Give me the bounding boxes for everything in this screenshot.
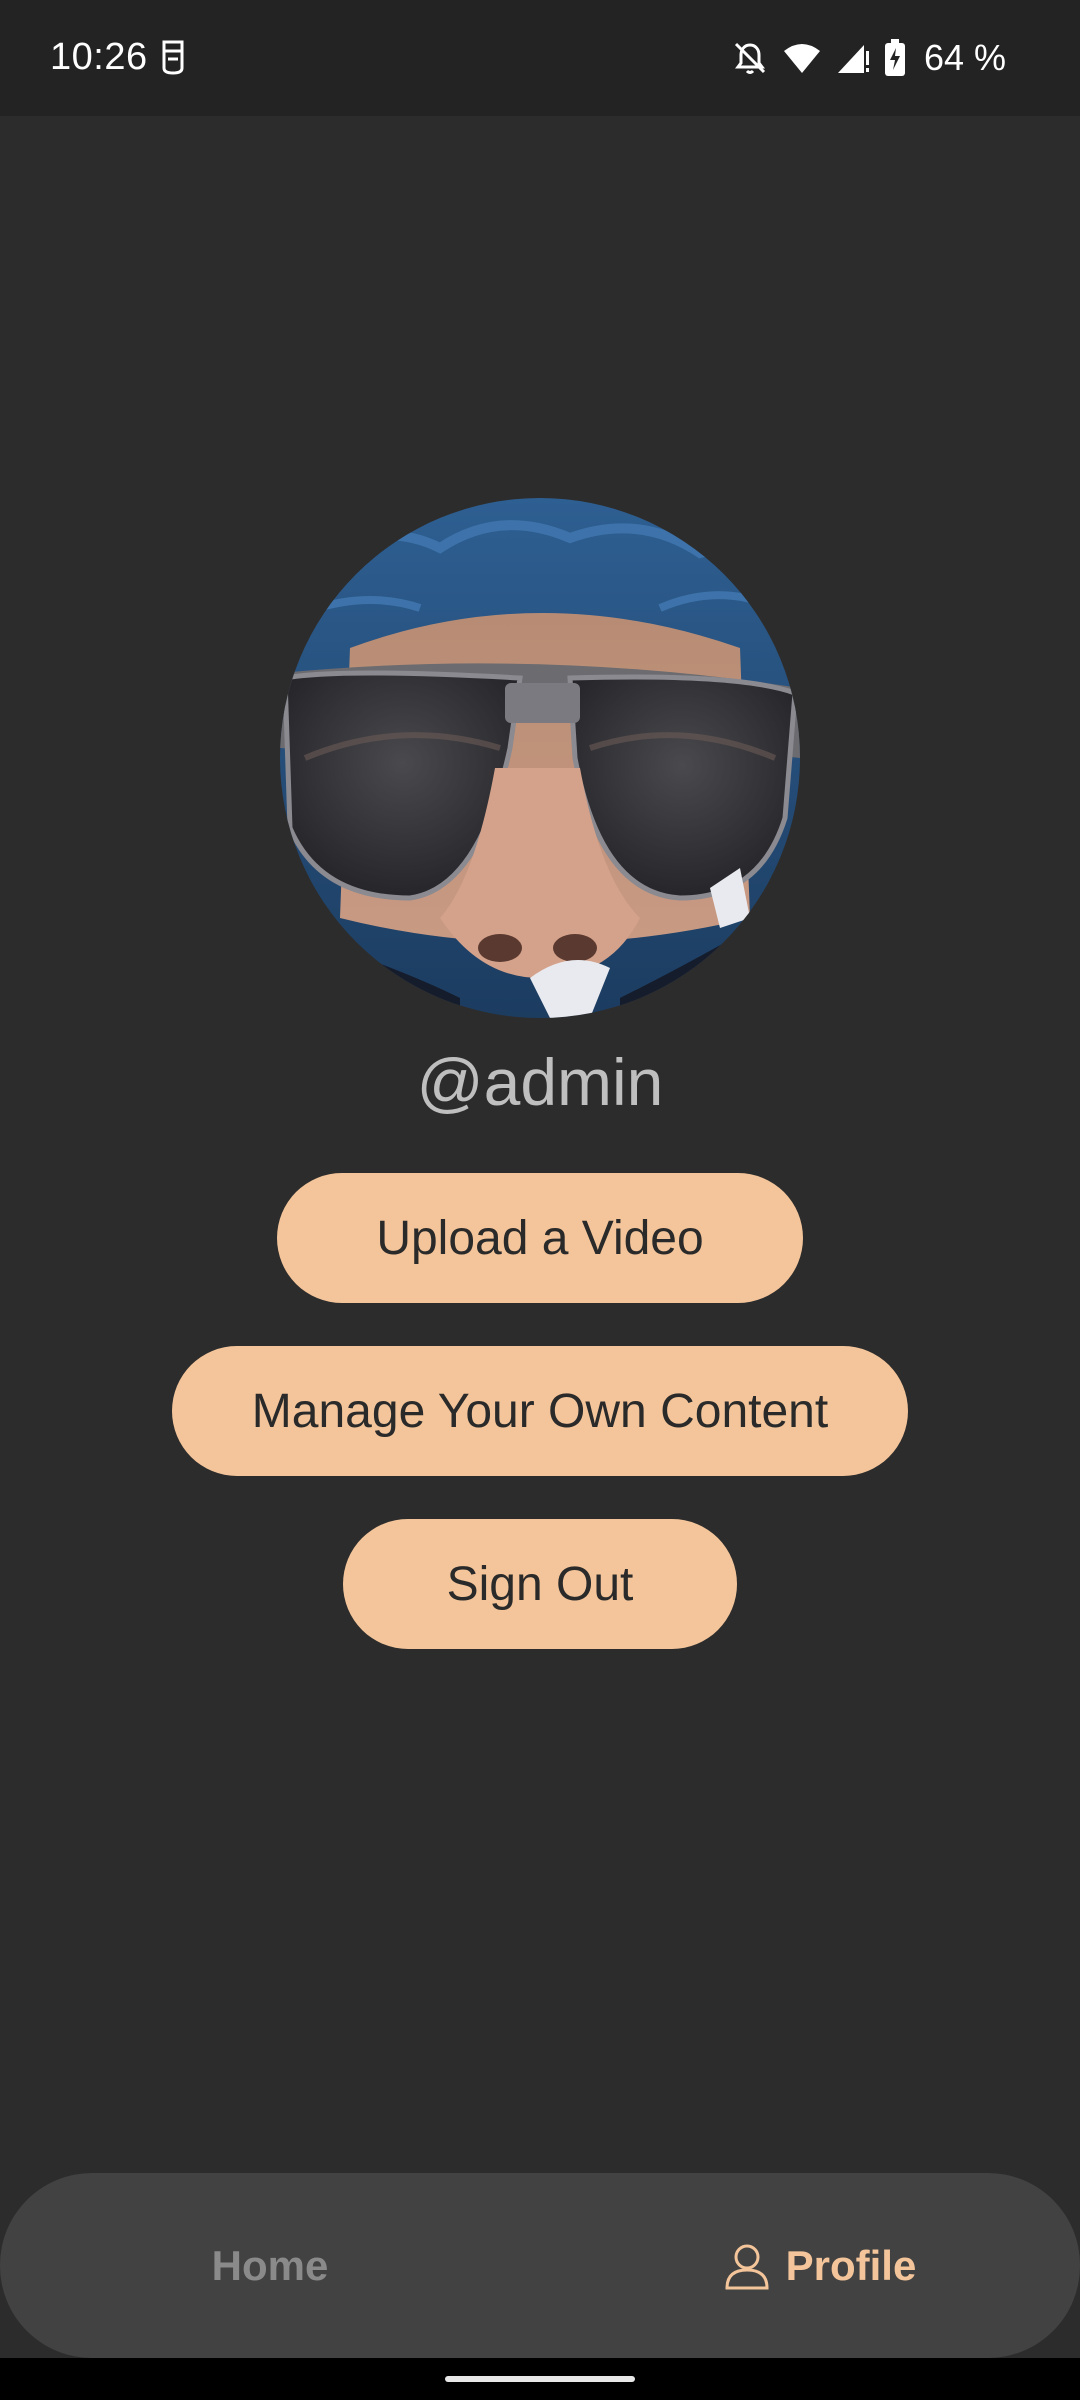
battery-charging-icon [884, 39, 905, 76]
nav-tab-home[interactable]: Home [150, 2173, 390, 2358]
signal-icon [837, 45, 869, 73]
wifi-icon [783, 44, 820, 73]
username: @admin [416, 1045, 664, 1119]
profile-avatar [280, 498, 800, 1018]
nav-tab-profile[interactable]: Profile [700, 2173, 940, 2358]
status-time: 10:26 [50, 36, 148, 78]
status-bar: 10:26 64 % [0, 0, 1080, 116]
battery-percentage: 64 % [923, 37, 1006, 78]
nav-profile-label: Profile [785, 2241, 917, 2289]
user-icon [725, 2244, 769, 2289]
mute-bell-icon [734, 42, 765, 74]
sign-out-button[interactable]: Sign Out [343, 1519, 737, 1649]
home-gesture-handle[interactable] [445, 2376, 635, 2382]
upload-video-button[interactable]: Upload a Video [277, 1173, 803, 1303]
manage-content-button[interactable]: Manage Your Own Content [172, 1346, 908, 1476]
avatar-photo [280, 498, 800, 1018]
notification-icon [162, 40, 184, 75]
bottom-navigation: Home Profile [0, 2173, 1080, 2358]
status-icons: 64 % [732, 34, 1006, 82]
nav-home-label: Home [211, 2241, 329, 2289]
gesture-navigation-bar [0, 2358, 1080, 2400]
